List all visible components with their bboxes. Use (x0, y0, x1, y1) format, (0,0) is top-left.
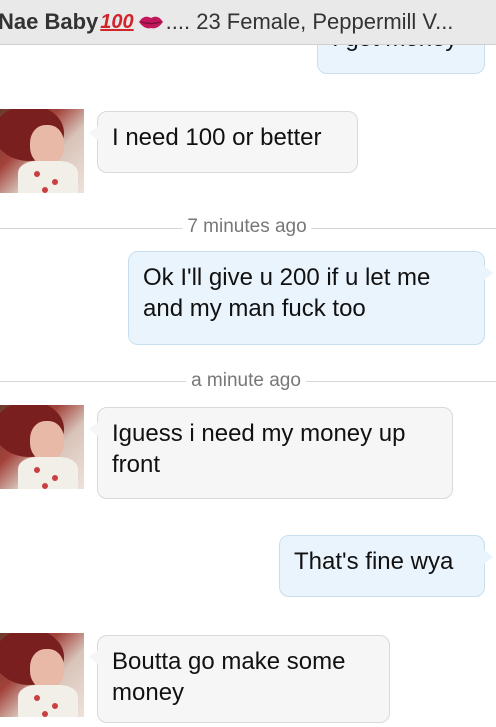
message-text: Boutta go make some money (112, 648, 346, 706)
hundred-points-icon: 100 (100, 10, 134, 33)
contact-name: Nae Baby (0, 9, 99, 34)
message-text: That's fine wya (294, 548, 454, 575)
message-text: Ok I'll give u 200 if u let me and my ma… (143, 264, 431, 322)
message-bubble-incoming[interactable]: Boutta go make some money (89, 635, 390, 723)
kiss-mark-icon (138, 13, 164, 31)
avatar[interactable] (0, 109, 84, 193)
timestamp: 7 minutes ago (182, 216, 312, 238)
timestamp: a minute ago (186, 370, 306, 392)
message-bubble-outgoing[interactable]: Ok I'll give u 200 if u let me and my ma… (128, 251, 493, 345)
avatar[interactable] (0, 405, 84, 489)
chat-header[interactable]: Nae Baby 100 .... 23 Female, Peppermill … (0, 0, 496, 45)
message-text: Iguess i need my money up front (112, 420, 406, 478)
message-bubble-incoming[interactable]: I need 100 or better (89, 111, 358, 173)
message-bubble-incoming[interactable]: Iguess i need my money up front (89, 407, 453, 499)
message-text: I need 100 or better (112, 124, 322, 151)
contact-details: .... 23 Female, Peppermill V... (165, 9, 454, 34)
avatar[interactable] (0, 633, 84, 717)
message-bubble-outgoing[interactable]: That's fine wya (279, 535, 493, 597)
